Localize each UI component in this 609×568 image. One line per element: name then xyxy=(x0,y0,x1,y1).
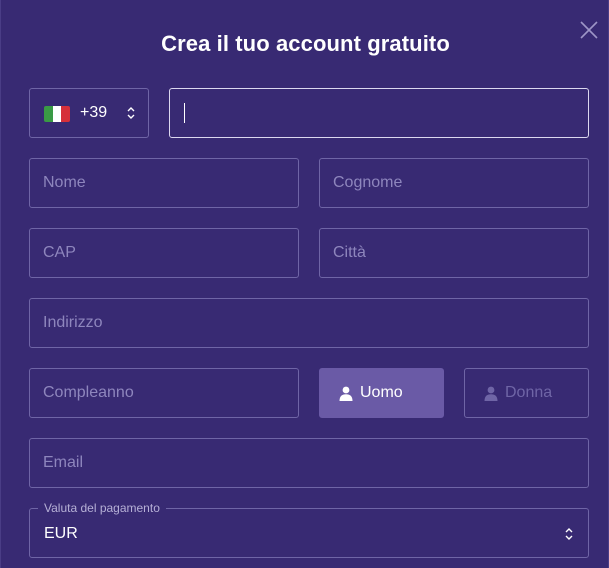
italy-flag-icon xyxy=(44,106,70,122)
text-cursor xyxy=(184,103,185,123)
chevron-updown-icon xyxy=(565,528,573,540)
gender-female-label: Donna xyxy=(505,384,553,401)
currency-value: EUR xyxy=(44,525,78,542)
gender-male-button[interactable]: Uomo xyxy=(319,368,444,418)
email-placeholder: Email xyxy=(43,454,84,471)
signup-modal: Crea il tuo account gratuito +39 Nome Co… xyxy=(0,0,609,568)
city-field[interactable]: Città xyxy=(319,228,589,278)
last-name-field[interactable]: Cognome xyxy=(319,158,589,208)
gender-female-button[interactable]: Donna xyxy=(464,368,589,418)
first-name-field[interactable]: Nome xyxy=(29,158,299,208)
modal-title: Crea il tuo account gratuito xyxy=(161,31,450,56)
phone-prefix-label: +39 xyxy=(80,104,108,121)
birthday-placeholder: Compleanno xyxy=(43,384,134,401)
phone-prefix-select[interactable]: +39 xyxy=(29,88,149,138)
zip-code-placeholder: CAP xyxy=(43,244,76,261)
city-placeholder: Città xyxy=(333,244,366,261)
currency-select[interactable]: Valuta del pagamento EUR xyxy=(29,501,589,558)
person-icon xyxy=(339,386,353,401)
chevron-updown-icon xyxy=(127,107,135,119)
first-name-placeholder: Nome xyxy=(43,174,86,191)
last-name-placeholder: Cognome xyxy=(333,174,403,191)
email-field[interactable]: Email xyxy=(29,438,589,488)
phone-number-input[interactable] xyxy=(169,88,589,138)
currency-legend: Valuta del pagamento xyxy=(38,501,166,515)
close-icon[interactable] xyxy=(577,18,601,42)
address-placeholder: Indirizzo xyxy=(43,314,103,331)
birthday-field[interactable]: Compleanno xyxy=(29,368,299,418)
gender-male-label: Uomo xyxy=(360,384,403,401)
person-icon xyxy=(484,386,498,401)
address-field[interactable]: Indirizzo xyxy=(29,298,589,348)
zip-code-field[interactable]: CAP xyxy=(29,228,299,278)
